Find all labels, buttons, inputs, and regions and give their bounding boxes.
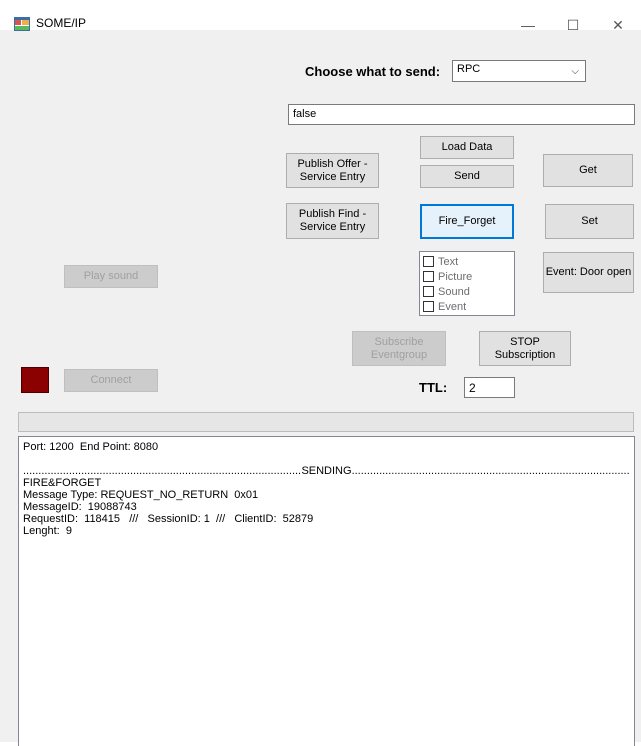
log-port-line: Port: 1200 End Point: 8080 bbox=[23, 441, 159, 453]
app-window: SOME/IP — ☐ ✕ Choose what to send: RPC ⌵… bbox=[0, 0, 641, 746]
log-line: Message Type: REQUEST_NO_RETURN 0x01 bbox=[23, 489, 259, 501]
send-type-label: Choose what to send: bbox=[305, 64, 441, 79]
log-line: RequestID: 118415 /// SessionID: 1 /// C… bbox=[23, 513, 314, 525]
publish-offer-button[interactable]: Publish Offer - Service Entry bbox=[286, 153, 379, 188]
send-button[interactable]: Send bbox=[420, 165, 514, 188]
event-door-open-button[interactable]: Event: Door open bbox=[543, 252, 634, 293]
publish-find-button[interactable]: Publish Find - Service Entry bbox=[286, 203, 379, 239]
ttl-input[interactable]: 2 bbox=[464, 377, 515, 398]
log-sending-label: SENDING bbox=[301, 465, 352, 477]
fire-forget-button[interactable]: Fire_Forget bbox=[420, 204, 514, 239]
play-sound-button[interactable]: Play sound bbox=[64, 265, 158, 288]
log-line: Lenght: 9 bbox=[23, 525, 72, 537]
set-button[interactable]: Set bbox=[545, 204, 634, 239]
checklist-item-picture[interactable]: Picture bbox=[423, 269, 511, 284]
get-button[interactable]: Get bbox=[543, 154, 633, 187]
checkbox[interactable] bbox=[423, 301, 434, 312]
load-data-button[interactable]: Load Data bbox=[420, 136, 514, 159]
progress-bar bbox=[18, 412, 634, 432]
chevron-down-icon: ⌵ bbox=[571, 66, 579, 77]
checkbox[interactable] bbox=[423, 256, 434, 267]
title-bar: SOME/IP — ☐ ✕ bbox=[0, 0, 641, 33]
content-checklist: Text Picture Sound Event bbox=[419, 251, 515, 316]
log-line: FIRE&FORGET bbox=[23, 477, 102, 489]
checklist-item-event[interactable]: Event bbox=[423, 299, 511, 314]
connect-button[interactable]: Connect bbox=[64, 369, 158, 392]
value-input[interactable]: false bbox=[288, 104, 635, 125]
log-output[interactable]: Port: 1200 End Point: 8080 .............… bbox=[18, 436, 635, 746]
window-title: SOME/IP bbox=[36, 16, 87, 30]
minimize-button[interactable]: — bbox=[505, 12, 551, 38]
ttl-label: TTL: bbox=[419, 380, 448, 395]
checkbox[interactable] bbox=[423, 286, 434, 297]
log-line: MessageID: 19088743 bbox=[23, 501, 137, 513]
checklist-item-text[interactable]: Text bbox=[423, 254, 511, 269]
send-type-value: RPC bbox=[457, 63, 481, 75]
stop-subscription-button[interactable]: STOP Subscription bbox=[479, 331, 571, 366]
checklist-item-sound[interactable]: Sound bbox=[423, 284, 511, 299]
connection-status-indicator bbox=[21, 367, 49, 393]
subscribe-eventgroup-button[interactable]: Subscribe Eventgroup bbox=[352, 331, 446, 366]
close-button[interactable]: ✕ bbox=[595, 12, 641, 38]
maximize-button[interactable]: ☐ bbox=[550, 12, 596, 38]
log-separator: ........................................… bbox=[23, 465, 630, 477]
checkbox[interactable] bbox=[423, 271, 434, 282]
app-icon bbox=[14, 17, 30, 31]
send-type-select[interactable]: RPC ⌵ bbox=[452, 60, 586, 82]
